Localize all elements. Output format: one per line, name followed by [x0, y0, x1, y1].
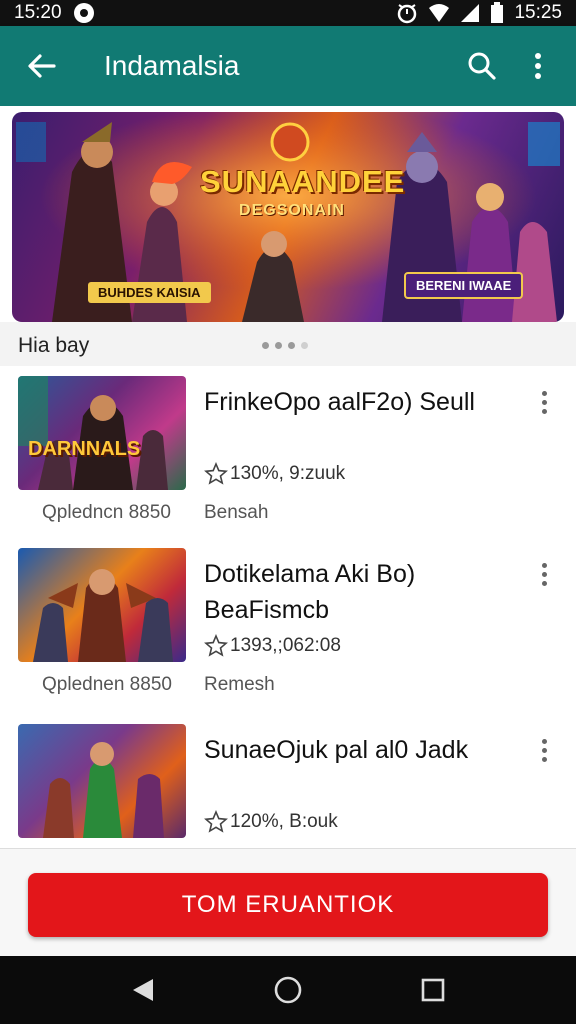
game-title: FrinkeOpo aalF2o) Seull: [204, 388, 475, 416]
thumbnail-art: [43, 742, 164, 838]
status-time-right: 15:25: [514, 2, 562, 23]
rating-text: 120%, B:ouk: [230, 811, 338, 832]
signal-icon: [461, 4, 480, 22]
system-nav-bar: [0, 956, 576, 1024]
star-outline-icon: [204, 810, 228, 833]
banner-badge-left: BUHDES KAISIA: [88, 282, 211, 303]
item-more-button[interactable]: [528, 732, 560, 768]
item-more-button[interactable]: [528, 556, 560, 592]
nav-home-button[interactable]: [260, 962, 316, 1018]
status-time-left: 15:20: [14, 2, 62, 23]
pager-dot[interactable]: [288, 342, 295, 349]
star-outline-icon: [204, 634, 228, 657]
pager-dot[interactable]: [275, 342, 282, 349]
game-thumbnail[interactable]: [18, 724, 186, 838]
alarm-icon: [398, 4, 417, 24]
banner-badge-right: BERENI IWAAE: [404, 272, 524, 299]
game-title: Dotikelama Aki Bo) BeaFismcb: [204, 560, 416, 624]
featured-banner[interactable]: SUNAANDEE DEGSONAIN BUHDES KAISIA BERENI…: [12, 112, 564, 322]
triangle-back-icon: [132, 979, 153, 1001]
search-icon: [468, 52, 496, 80]
nav-recent-button[interactable]: [405, 962, 461, 1018]
banner-title: SUNAANDEE: [200, 164, 406, 199]
search-button[interactable]: [454, 38, 510, 94]
item-more-button[interactable]: [528, 384, 560, 420]
game-status: Bensah: [204, 502, 269, 523]
nav-back-button[interactable]: [115, 962, 171, 1018]
game-rating: 130%, 9:zuuk: [204, 462, 345, 486]
more-vertical-icon: [535, 53, 541, 79]
section-header: Hia bay: [0, 322, 576, 366]
game-rating: 1393,;062:08: [204, 634, 341, 658]
game-list-item[interactable]: DARNNALS FrinkeOpo aalF2o) Seull 130%, 9…: [0, 376, 576, 546]
bottom-action-panel: TOM ERUANTIOK: [0, 848, 576, 956]
game-meta: Qpledncn 8850: [42, 502, 171, 523]
overflow-menu-button[interactable]: [510, 38, 566, 94]
app-bar: Indamalsia: [0, 26, 576, 106]
pager-dot[interactable]: [262, 342, 269, 349]
wifi-icon: [429, 4, 450, 22]
rating-text: 130%, 9:zuuk: [230, 463, 346, 484]
banner-pager[interactable]: [262, 342, 308, 349]
thumbnail-art: [33, 569, 173, 662]
primary-action-button[interactable]: TOM ERUANTIOK: [28, 873, 548, 937]
banner-subtitle: DEGSONAIN: [239, 202, 345, 219]
game-title: SunaeOjuk pal al0 Jadk: [204, 736, 469, 764]
square-recent-icon: [422, 978, 445, 1002]
game-thumbnail[interactable]: DARNNALS: [18, 376, 186, 490]
game-meta: Qplednen 8850: [42, 674, 172, 695]
game-rating: 120%, B:ouk: [204, 810, 338, 834]
game-list-item[interactable]: SunaeOjuk pal al0 Jadk 120%, B:ouk: [0, 724, 576, 848]
battery-icon: [491, 2, 504, 23]
thumbnail-art: [18, 376, 168, 490]
game-status: Remesh: [204, 674, 275, 695]
game-thumbnail[interactable]: [18, 548, 186, 662]
notification-icon: [73, 3, 94, 23]
arrow-left-icon: [28, 54, 56, 78]
star-outline-icon: [204, 462, 228, 485]
content-area: SUNAANDEE DEGSONAIN BUHDES KAISIA BERENI…: [0, 106, 576, 848]
rating-text: 1393,;062:08: [230, 635, 341, 656]
circle-home-icon: [274, 976, 302, 1004]
status-bar: 15:20 15:25: [0, 0, 576, 26]
pager-dot[interactable]: [301, 342, 308, 349]
section-title: Hia bay: [18, 334, 90, 357]
back-button[interactable]: [12, 36, 72, 96]
app-title: Indamalsia: [104, 50, 240, 81]
thumbnail-label: DARNNALS: [28, 438, 141, 460]
game-list-item[interactable]: Dotikelama Aki Bo) BeaFismcb 1393,;062:0…: [0, 548, 576, 718]
